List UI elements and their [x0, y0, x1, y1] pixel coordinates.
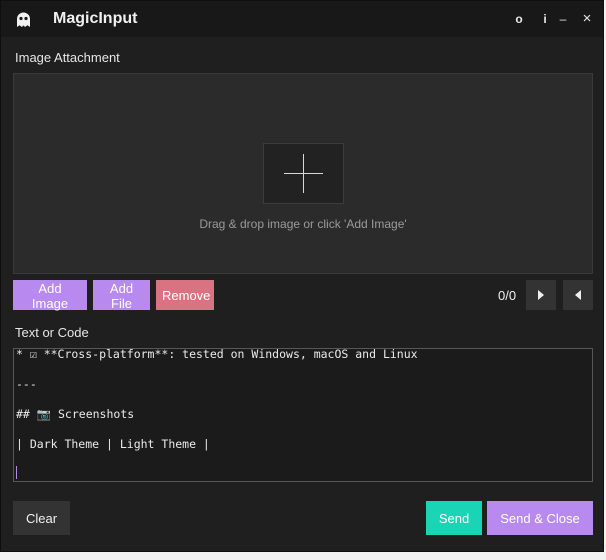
info-button[interactable]: i: [538, 9, 552, 29]
text-editor[interactable]: * ☑ **Cross-platform**: tested on Window…: [13, 348, 593, 482]
next-image-button[interactable]: [526, 280, 556, 310]
previous-image-button[interactable]: [563, 280, 593, 310]
editor-line: ---: [16, 377, 37, 391]
text-caret: [16, 466, 17, 479]
window-title: MagicInput: [53, 10, 138, 27]
editor-line: * ☑ **Cross-platform**: tested on Window…: [16, 348, 418, 361]
editor-line: ## 📷 Screenshots: [16, 407, 135, 421]
play-right-icon: [538, 290, 544, 300]
add-file-button[interactable]: Add File: [93, 280, 150, 311]
add-image-button[interactable]: Add Image: [13, 280, 87, 311]
drop-hint-text: Drag & drop image or click 'Add Image': [199, 217, 407, 231]
plus-icon: [284, 154, 323, 193]
minimize-button[interactable]: –: [556, 9, 570, 29]
image-attachment-label: Image Attachment: [15, 50, 120, 65]
close-button[interactable]: ×: [579, 9, 595, 29]
send-and-close-button[interactable]: Send & Close: [487, 501, 593, 535]
magicinput-window: MagicInput o i – × Image Attachment Drag…: [0, 0, 604, 552]
editor-line: | Dark Theme | Light Theme |: [16, 437, 210, 451]
title-bar[interactable]: MagicInput o i – ×: [1, 1, 603, 37]
image-counter: 0/0: [498, 288, 517, 303]
clear-button[interactable]: Clear: [13, 501, 70, 535]
ghost-icon: [17, 12, 30, 27]
send-button[interactable]: Send: [426, 501, 482, 535]
pin-button[interactable]: o: [512, 9, 526, 29]
remove-button[interactable]: Remove: [156, 280, 214, 310]
text-or-code-label: Text or Code: [15, 325, 89, 340]
play-left-icon: [575, 290, 581, 300]
image-drop-zone[interactable]: Drag & drop image or click 'Add Image': [13, 73, 593, 274]
add-image-placeholder[interactable]: [263, 143, 344, 204]
